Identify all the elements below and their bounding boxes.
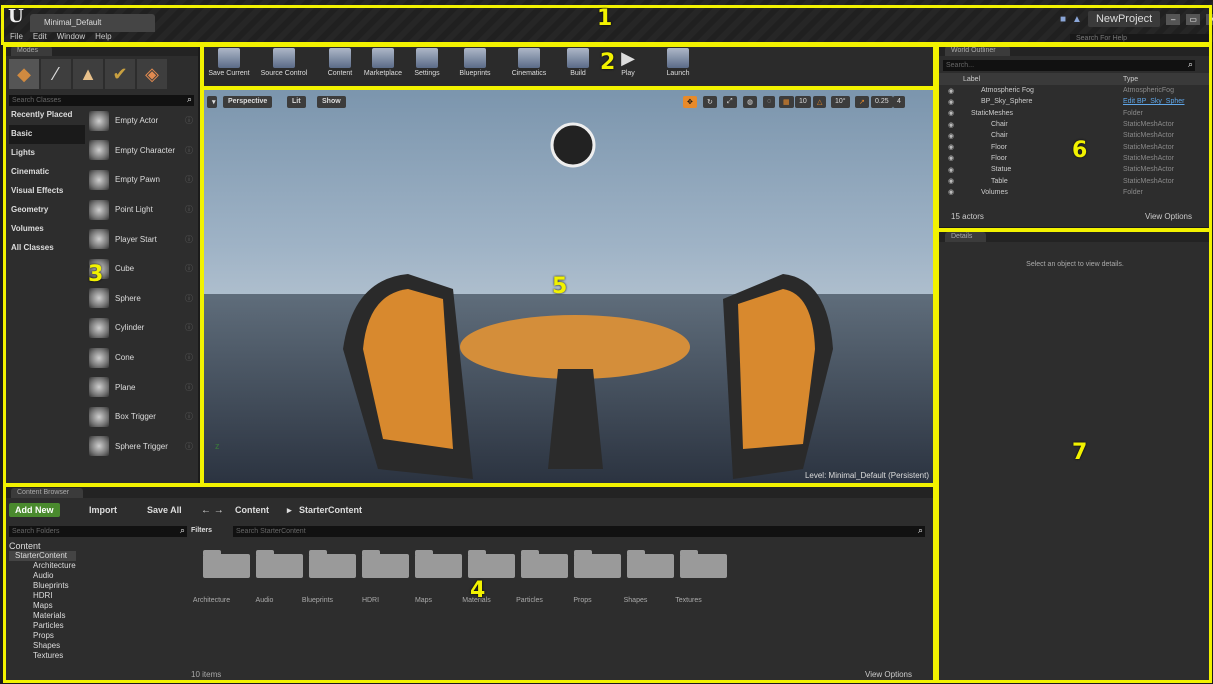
annotation-box-5 xyxy=(201,87,936,486)
annotation-box-2 xyxy=(201,44,936,89)
annotation-number-5: 5 xyxy=(552,274,568,299)
annotation-number-2: 2 xyxy=(600,50,616,75)
annotation-number-6: 6 xyxy=(1072,138,1088,163)
annotation-number-4: 4 xyxy=(470,578,486,603)
annotation-number-7: 7 xyxy=(1072,440,1088,465)
annotation-number-3: 3 xyxy=(88,262,104,287)
annotation-number-1: 1 xyxy=(597,6,613,31)
